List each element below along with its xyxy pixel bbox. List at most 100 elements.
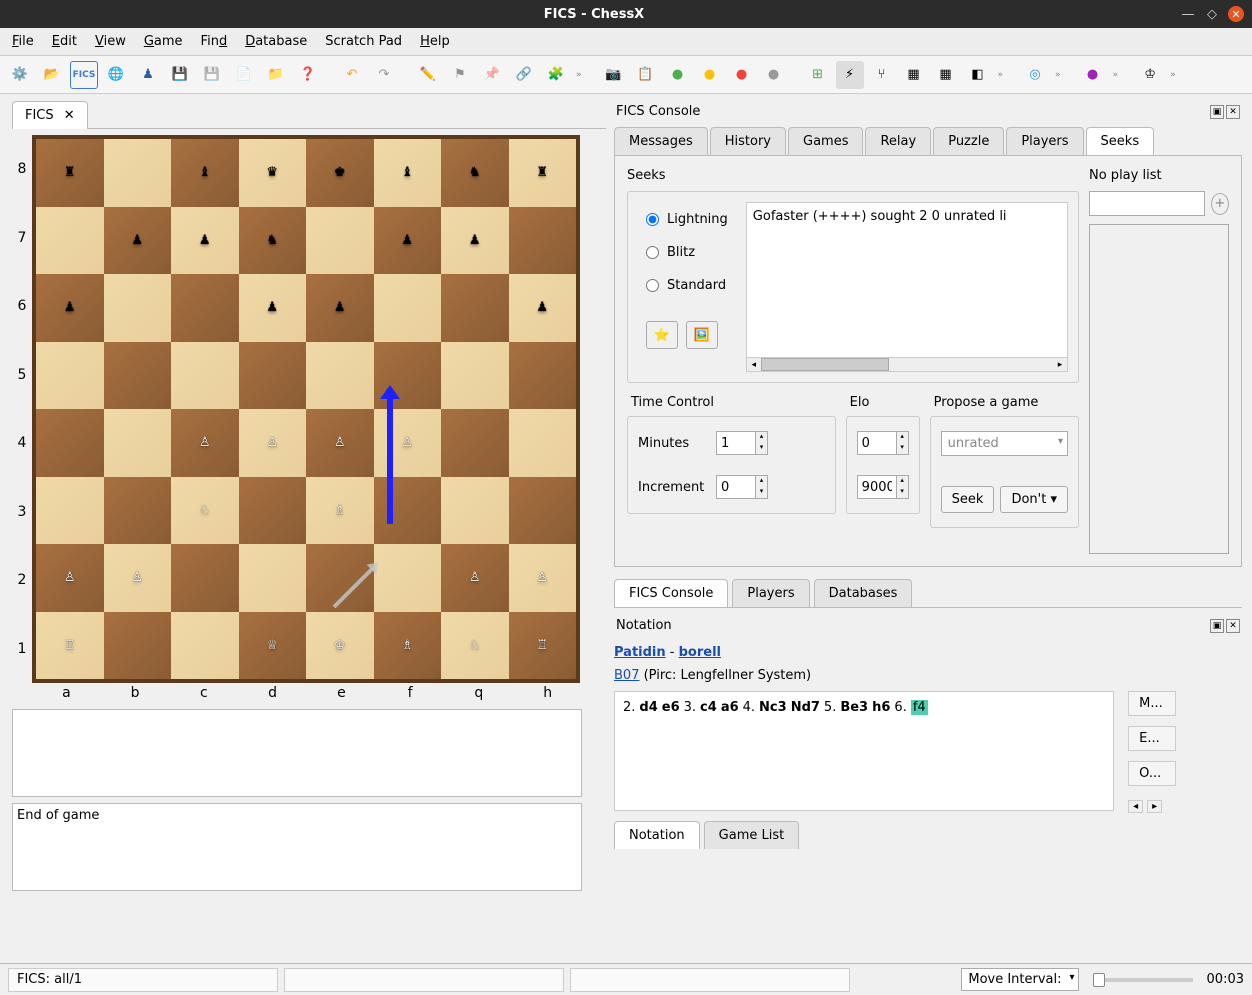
scroll-right-icon[interactable]: ▸ [1053, 358, 1067, 371]
square-e5[interactable] [306, 342, 374, 410]
square-e8[interactable]: ♚ [306, 139, 374, 207]
square-f4[interactable]: ♙ [374, 409, 442, 477]
mid-tab-players[interactable]: Players [732, 579, 809, 607]
piece-c8[interactable]: ♝ [199, 166, 211, 179]
bottom-tab-notation[interactable]: Notation [614, 821, 700, 849]
piece-d6[interactable]: ♟ [266, 301, 278, 314]
square-d6[interactable]: ♟ [239, 274, 307, 342]
square-a4[interactable] [36, 409, 104, 477]
tab-fics[interactable]: FICS ✕ [12, 101, 88, 129]
menu-file[interactable]: File [12, 34, 34, 49]
tab-players[interactable]: Players [1006, 127, 1083, 155]
side-btn-m[interactable]: M... [1128, 691, 1176, 716]
noplay-add-icon[interactable]: + [1211, 193, 1229, 215]
radio-blitz[interactable]: Blitz [646, 245, 728, 260]
piece-d1[interactable]: ♕ [266, 639, 278, 652]
piece-h1[interactable]: ♖ [536, 639, 548, 652]
link-icon[interactable]: 🔗 [510, 61, 538, 89]
fics-icon[interactable]: FICS [70, 61, 98, 89]
help-icon[interactable]: ❓ [294, 61, 322, 89]
square-a2[interactable]: ♙ [36, 544, 104, 612]
menu-find[interactable]: Find [201, 34, 228, 49]
radio-standard[interactable]: Standard [646, 278, 728, 293]
chevron-icon[interactable]: » [574, 70, 584, 80]
radio-lightning[interactable]: Lightning [646, 212, 728, 227]
branch-icon[interactable]: ⑂ [868, 61, 896, 89]
square-c1[interactable] [171, 612, 239, 680]
piece-a2[interactable]: ♙ [64, 571, 76, 584]
square-b8[interactable] [104, 139, 172, 207]
tab-seeks[interactable]: Seeks [1086, 127, 1155, 155]
seek-list[interactable]: Gofaster (++++) sought 2 0 unrated li ◂ … [746, 202, 1068, 372]
piece-h2[interactable]: ♙ [536, 571, 548, 584]
king-icon[interactable]: ♔ [1136, 61, 1164, 89]
window-close-icon[interactable]: ✕ [1228, 6, 1244, 22]
board3-icon[interactable]: ◧ [964, 61, 992, 89]
scroll-left-icon[interactable]: ◂ [747, 358, 761, 371]
purple-circle-icon[interactable]: ● [1079, 61, 1107, 89]
square-b7[interactable]: ♟ [104, 207, 172, 275]
square-c7[interactable]: ♟ [171, 207, 239, 275]
eco-code-link[interactable]: B07 [614, 668, 639, 683]
square-d3[interactable] [239, 477, 307, 545]
menu-edit[interactable]: Edit [52, 34, 77, 49]
gray-circle-icon[interactable]: ● [760, 61, 788, 89]
piece-e1[interactable]: ♔ [334, 639, 346, 652]
elo-max-stepper[interactable]: ▴▾ [857, 475, 909, 499]
window-minimize-icon[interactable]: — [1180, 6, 1196, 22]
square-a7[interactable] [36, 207, 104, 275]
square-f7[interactable]: ♟ [374, 207, 442, 275]
square-c4[interactable]: ♙ [171, 409, 239, 477]
board1-icon[interactable]: ▦ [900, 61, 928, 89]
menu-view[interactable]: View [95, 34, 126, 49]
piece-f1[interactable]: ♗ [401, 639, 413, 652]
piece-d8[interactable]: ♛ [266, 166, 278, 179]
globe-icon[interactable]: 🌐 [102, 61, 130, 89]
piece-d4[interactable]: ♙ [266, 436, 278, 449]
piece-h8[interactable]: ♜ [536, 166, 548, 179]
edit-icon[interactable]: ✏️ [414, 61, 442, 89]
piece-c4[interactable]: ♙ [199, 436, 211, 449]
square-g7[interactable]: ♟ [441, 207, 509, 275]
nav-right-icon[interactable]: ▸ [1147, 800, 1162, 813]
piece-b7[interactable]: ♟ [131, 234, 143, 247]
square-e3[interactable]: ♗ [306, 477, 374, 545]
square-d2[interactable] [239, 544, 307, 612]
piece-g2[interactable]: ♙ [469, 571, 481, 584]
panel-detach-icon[interactable]: ▣ [1210, 105, 1224, 119]
red-circle-icon[interactable]: ● [728, 61, 756, 89]
side-btn-e[interactable]: E... [1128, 726, 1176, 751]
tab-relay[interactable]: Relay [865, 127, 931, 155]
square-f1[interactable]: ♗ [374, 612, 442, 680]
square-c3[interactable]: ♘ [171, 477, 239, 545]
tab-close-icon[interactable]: ✕ [64, 108, 75, 123]
camera-icon[interactable]: 📷 [600, 61, 628, 89]
player-white-link[interactable]: Patidin [614, 645, 666, 660]
piece-e8[interactable]: ♚ [334, 166, 346, 179]
target-icon[interactable]: ◎ [1021, 61, 1049, 89]
nav-left-icon[interactable]: ◂ [1128, 800, 1143, 813]
square-a8[interactable]: ♜ [36, 139, 104, 207]
piece-f8[interactable]: ♝ [401, 166, 413, 179]
piece-d7[interactable]: ♞ [266, 234, 278, 247]
clipboard-icon[interactable]: 📋 [632, 61, 660, 89]
square-f3[interactable] [374, 477, 442, 545]
square-h1[interactable]: ♖ [509, 612, 577, 680]
noplay-input[interactable] [1089, 191, 1205, 216]
menu-game[interactable]: Game [144, 34, 183, 49]
board2-icon[interactable]: ▦ [932, 61, 960, 89]
gear-icon[interactable]: ⚙️ [6, 61, 34, 89]
increment-stepper[interactable]: ▴▾ [716, 475, 768, 499]
mid-tab-databases[interactable]: Databases [814, 579, 913, 607]
seek-button[interactable]: Seek [941, 486, 995, 513]
square-g5[interactable] [441, 342, 509, 410]
piece-h6[interactable]: ♟ [536, 301, 548, 314]
square-b3[interactable] [104, 477, 172, 545]
square-b4[interactable] [104, 409, 172, 477]
square-b6[interactable] [104, 274, 172, 342]
scrollbar-horizontal[interactable]: ◂ ▸ [747, 357, 1067, 371]
square-f2[interactable] [374, 544, 442, 612]
piece-e4[interactable]: ♙ [334, 436, 346, 449]
square-a6[interactable]: ♟ [36, 274, 104, 342]
minutes-stepper[interactable]: ▴▾ [716, 431, 768, 455]
